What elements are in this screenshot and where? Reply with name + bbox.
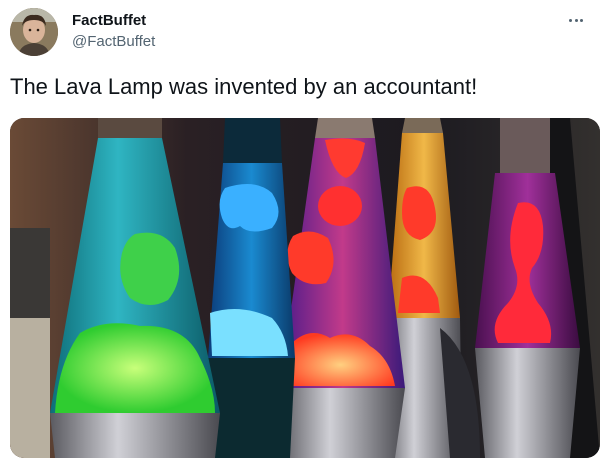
tweet-header: FactBuffet @FactBuffet <box>10 8 590 64</box>
more-options-icon[interactable] <box>566 10 586 30</box>
tweet-text: The Lava Lamp was invented by an account… <box>10 74 478 99</box>
author-names: FactBuffet @FactBuffet <box>72 11 155 52</box>
avatar[interactable] <box>10 8 58 56</box>
profile-photo-icon <box>10 8 58 56</box>
user-handle[interactable]: @FactBuffet <box>72 32 155 52</box>
display-name[interactable]: FactBuffet <box>72 11 155 31</box>
lava-lamps-photo <box>10 118 600 458</box>
tweet-media-image[interactable] <box>10 118 600 458</box>
